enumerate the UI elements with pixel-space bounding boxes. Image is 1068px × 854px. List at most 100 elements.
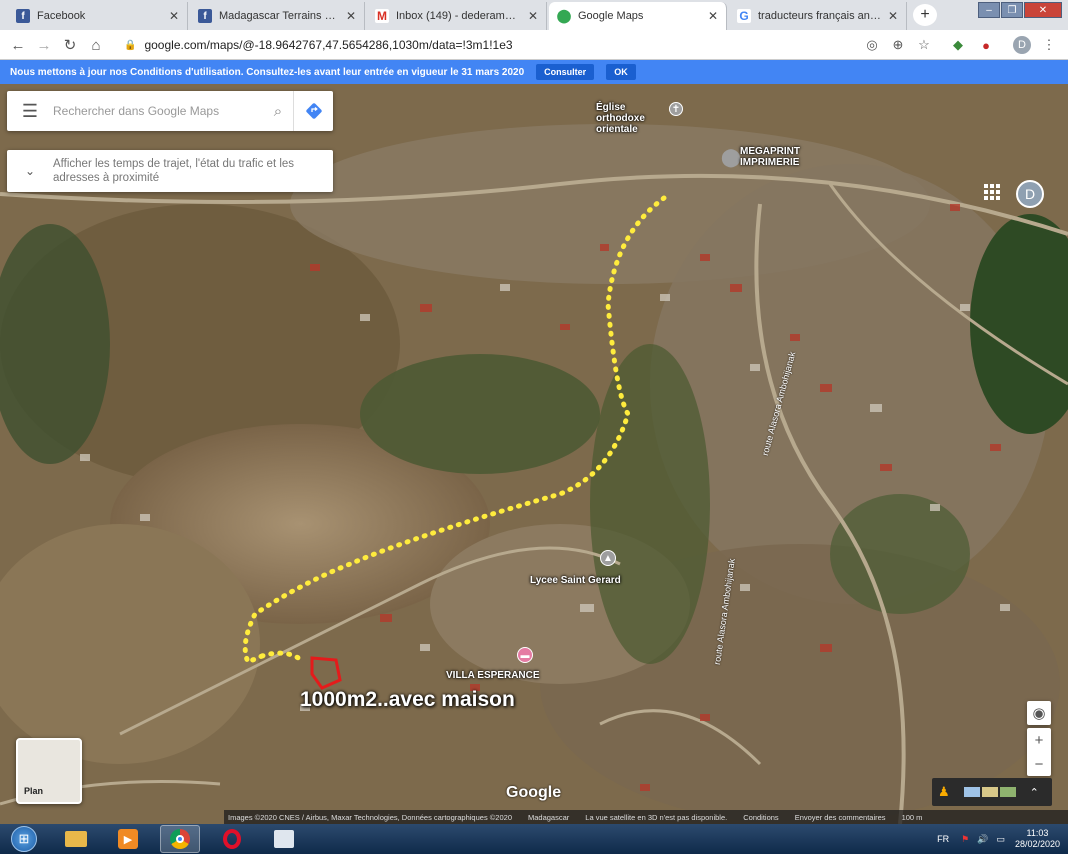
add-icon[interactable]: ⊕ [889, 36, 907, 54]
3d-notice: La vue satellite en 3D n'est pas disponi… [585, 812, 728, 822]
google-maps-icon: ⬤ [556, 8, 572, 23]
tab-google-maps[interactable]: ⬤ Google Maps ✕ [549, 2, 727, 30]
reload-icon[interactable]: ↻ [60, 35, 80, 55]
clock-date: 28/02/2020 [1014, 839, 1060, 849]
map-profile-avatar[interactable]: D [1016, 180, 1044, 208]
tab-facebook[interactable]: f Facebook ✕ [8, 2, 188, 30]
ok-button[interactable]: OK [606, 64, 636, 80]
layer-thumb[interactable] [999, 787, 1016, 797]
extension-icon[interactable]: ◆ [949, 36, 967, 54]
new-tab-button[interactable]: + [913, 4, 937, 26]
zoom-controls: + − [1027, 728, 1051, 776]
hotel-icon[interactable]: ▬ [517, 647, 533, 663]
satellite-map[interactable]: Église orthodoxe orientale ✝ ⬤ MEGAPRINT… [0, 84, 1068, 824]
google-logo: Google [506, 784, 562, 801]
clock[interactable]: 11:03 28/02/2020 [1015, 828, 1060, 850]
pegman-bar: ♟ ⌃ [932, 778, 1052, 806]
tab-traducteurs[interactable]: G traducteurs français anglais ✕ [729, 2, 907, 30]
url-field[interactable]: 🔒 google.com/maps/@-18.9642767,47.565428… [124, 34, 854, 56]
home-icon[interactable]: ⌂ [86, 35, 106, 55]
tab-inbox[interactable]: M Inbox (149) - dederamorasata ✕ [367, 2, 547, 30]
close-tab-icon[interactable]: ✕ [346, 9, 356, 23]
close-tab-icon[interactable]: ✕ [888, 9, 898, 23]
tab-label: Google Maps [578, 10, 644, 22]
map-pin-icon[interactable]: ⬤ [721, 147, 741, 167]
layer-thumb[interactable] [963, 787, 980, 797]
windows-taskbar: ⊞ ▶ FR ⚑ 🔊 ▭ 11:03 28/02/2020 [0, 824, 1068, 854]
school-icon[interactable]: ▲ [600, 550, 616, 566]
network-icon[interactable]: ▭ [996, 834, 1005, 845]
maximize-button[interactable]: ❐ [1001, 2, 1023, 18]
maps-search-box: ☰ ⌕ [7, 91, 333, 131]
poi-lycee-saint-gerard[interactable]: Lycee Saint Gerard [530, 575, 621, 586]
tab-label: traducteurs français anglais [758, 10, 882, 22]
profile-avatar[interactable]: D [1013, 36, 1031, 54]
pegman-icon[interactable]: ♟ [938, 784, 950, 800]
tab-strip: f Facebook ✕ f Madagascar Terrains à Ven… [0, 0, 1068, 30]
my-location-button[interactable]: ◉ [1027, 701, 1051, 725]
poi-church[interactable]: Église orthodoxe orientale [596, 102, 676, 135]
flag-icon[interactable]: ⚑ [961, 834, 969, 845]
close-tab-icon[interactable]: ✕ [708, 9, 718, 23]
attribution-text: Images ©2020 CNES / Airbus, Maxar Techno… [228, 812, 512, 822]
layer-thumb[interactable] [981, 787, 998, 797]
close-tab-icon[interactable]: ✕ [169, 9, 179, 23]
region-label: Madagascar [528, 812, 570, 822]
feedback-link[interactable]: Envoyer des commentaires [795, 813, 886, 822]
chrome-icon[interactable] [160, 825, 200, 853]
system-tray: FR ⚑ 🔊 ▭ 11:03 28/02/2020 [937, 824, 1060, 854]
tab-label: Madagascar Terrains à Vendre [219, 10, 340, 22]
address-bar: ← → ↻ ⌂ 🔒 google.com/maps/@-18.9642767,4… [0, 30, 1068, 60]
back-icon[interactable]: ← [8, 35, 28, 55]
paint-icon[interactable] [264, 825, 304, 853]
map-type-toggle[interactable]: Plan [16, 738, 82, 804]
tab-madagascar-terrains[interactable]: f Madagascar Terrains à Vendre ✕ [190, 2, 365, 30]
google-icon: G [737, 9, 751, 23]
plan-label: Plan [24, 786, 44, 796]
search-input[interactable] [53, 104, 263, 118]
file-explorer-icon[interactable] [56, 825, 96, 853]
forward-icon[interactable]: → [34, 35, 54, 55]
close-window-button[interactable]: ✕ [1024, 2, 1062, 18]
lock-icon: 🔒 [124, 39, 137, 51]
language-indicator[interactable]: FR [937, 834, 949, 844]
gmail-icon: M [375, 9, 389, 23]
traffic-hint-box[interactable]: ⌄ Afficher les temps de trajet, l'état d… [7, 150, 333, 192]
tab-label: Inbox (149) - dederamorasata [396, 10, 522, 22]
directions-icon[interactable] [293, 91, 333, 131]
star-icon[interactable]: ☆ [915, 36, 933, 54]
minimize-button[interactable]: – [978, 2, 1000, 18]
search-icon[interactable]: ⌕ [263, 103, 293, 120]
apps-grid-icon[interactable] [982, 182, 1002, 202]
tab-label: Facebook [37, 10, 86, 22]
satellite-imagery [0, 84, 1068, 824]
extension-badge-icon[interactable]: ● [977, 36, 995, 54]
menu-icon[interactable]: ☰ [7, 101, 53, 122]
zoom-in-button[interactable]: + [1027, 728, 1051, 752]
terms-banner: Nous mettons à jour nos Conditions d'uti… [0, 60, 1068, 84]
conditions-link[interactable]: Conditions [743, 813, 778, 822]
poi-megaprint[interactable]: MEGAPRINT IMPRIMERIE [740, 146, 810, 168]
attribution-bar: Images ©2020 CNES / Airbus, Maxar Techno… [224, 810, 1068, 824]
location-target-icon: ◉ [1032, 705, 1046, 722]
expand-icon[interactable]: ⌃ [1030, 786, 1039, 799]
volume-icon[interactable]: 🔊 [977, 834, 988, 845]
opera-icon[interactable] [212, 825, 252, 853]
zoom-out-button[interactable]: − [1027, 752, 1051, 776]
location-icon[interactable]: ◎ [863, 36, 881, 54]
hint-text: Afficher les temps de trajet, l'état du … [53, 158, 295, 184]
facebook-icon: f [198, 9, 212, 23]
menu-icon[interactable]: ⋮ [1040, 36, 1058, 54]
media-player-icon[interactable]: ▶ [108, 825, 148, 853]
chevron-down-icon[interactable]: ⌄ [7, 164, 53, 178]
close-tab-icon[interactable]: ✕ [528, 9, 538, 23]
scale-label: 100 m [901, 812, 923, 822]
window-controls: – ❐ ✕ [977, 2, 1062, 18]
consult-button[interactable]: Consulter [536, 64, 595, 80]
clock-time: 11:03 [1026, 828, 1049, 838]
start-button[interactable]: ⊞ [4, 825, 44, 853]
poi-villa-esperance[interactable]: VILLA ESPERANCE [446, 670, 540, 681]
parcel-annotation: 1000m2..avec maison [300, 688, 515, 711]
facebook-icon: f [16, 9, 30, 23]
church-icon[interactable]: ✝ [669, 102, 683, 116]
